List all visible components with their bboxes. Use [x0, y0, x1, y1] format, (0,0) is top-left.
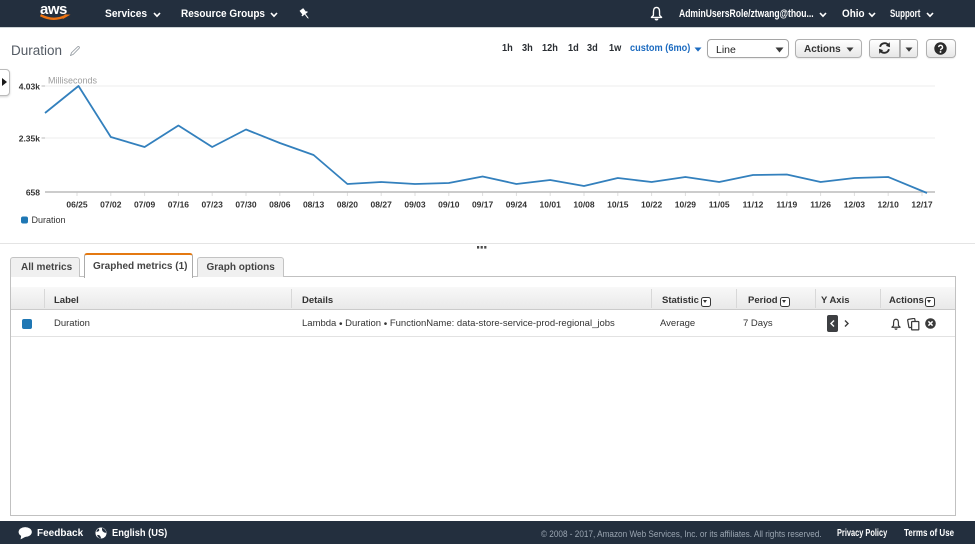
svg-text:4.03k: 4.03k	[19, 82, 41, 92]
svg-text:11/26: 11/26	[810, 200, 831, 210]
svg-text:12/03: 12/03	[844, 200, 866, 210]
svg-text:10/15: 10/15	[607, 200, 629, 210]
svg-text:10/22: 10/22	[641, 200, 663, 210]
svg-text:08/27: 08/27	[371, 200, 393, 210]
svg-text:07/16: 07/16	[168, 200, 190, 210]
svg-text:10/29: 10/29	[675, 200, 697, 210]
svg-text:07/23: 07/23	[202, 200, 224, 210]
svg-text:10/08: 10/08	[573, 200, 595, 210]
svg-text:aws: aws	[40, 2, 67, 18]
svg-text:658: 658	[26, 188, 40, 198]
svg-text:2.35k: 2.35k	[19, 134, 41, 144]
svg-text:08/13: 08/13	[303, 200, 325, 210]
svg-text:07/02: 07/02	[100, 200, 122, 210]
svg-text:11/05: 11/05	[709, 200, 730, 210]
svg-text:09/24: 09/24	[506, 200, 528, 210]
svg-text:09/10: 09/10	[438, 200, 460, 210]
svg-text:09/17: 09/17	[472, 200, 494, 210]
svg-text:08/06: 08/06	[269, 200, 291, 210]
svg-text:Milliseconds: Milliseconds	[48, 76, 98, 86]
svg-text:09/03: 09/03	[404, 200, 426, 210]
svg-text:08/20: 08/20	[337, 200, 359, 210]
svg-text:10/01: 10/01	[540, 200, 562, 210]
svg-text:12/17: 12/17	[911, 200, 933, 210]
svg-text:Duration: Duration	[32, 215, 66, 225]
svg-text:11/19: 11/19	[776, 200, 797, 210]
svg-text:11/12: 11/12	[743, 200, 764, 210]
svg-text:07/09: 07/09	[134, 200, 156, 210]
svg-text:12/10: 12/10	[878, 200, 900, 210]
svg-text:07/30: 07/30	[235, 200, 257, 210]
svg-text:06/25: 06/25	[66, 200, 88, 210]
